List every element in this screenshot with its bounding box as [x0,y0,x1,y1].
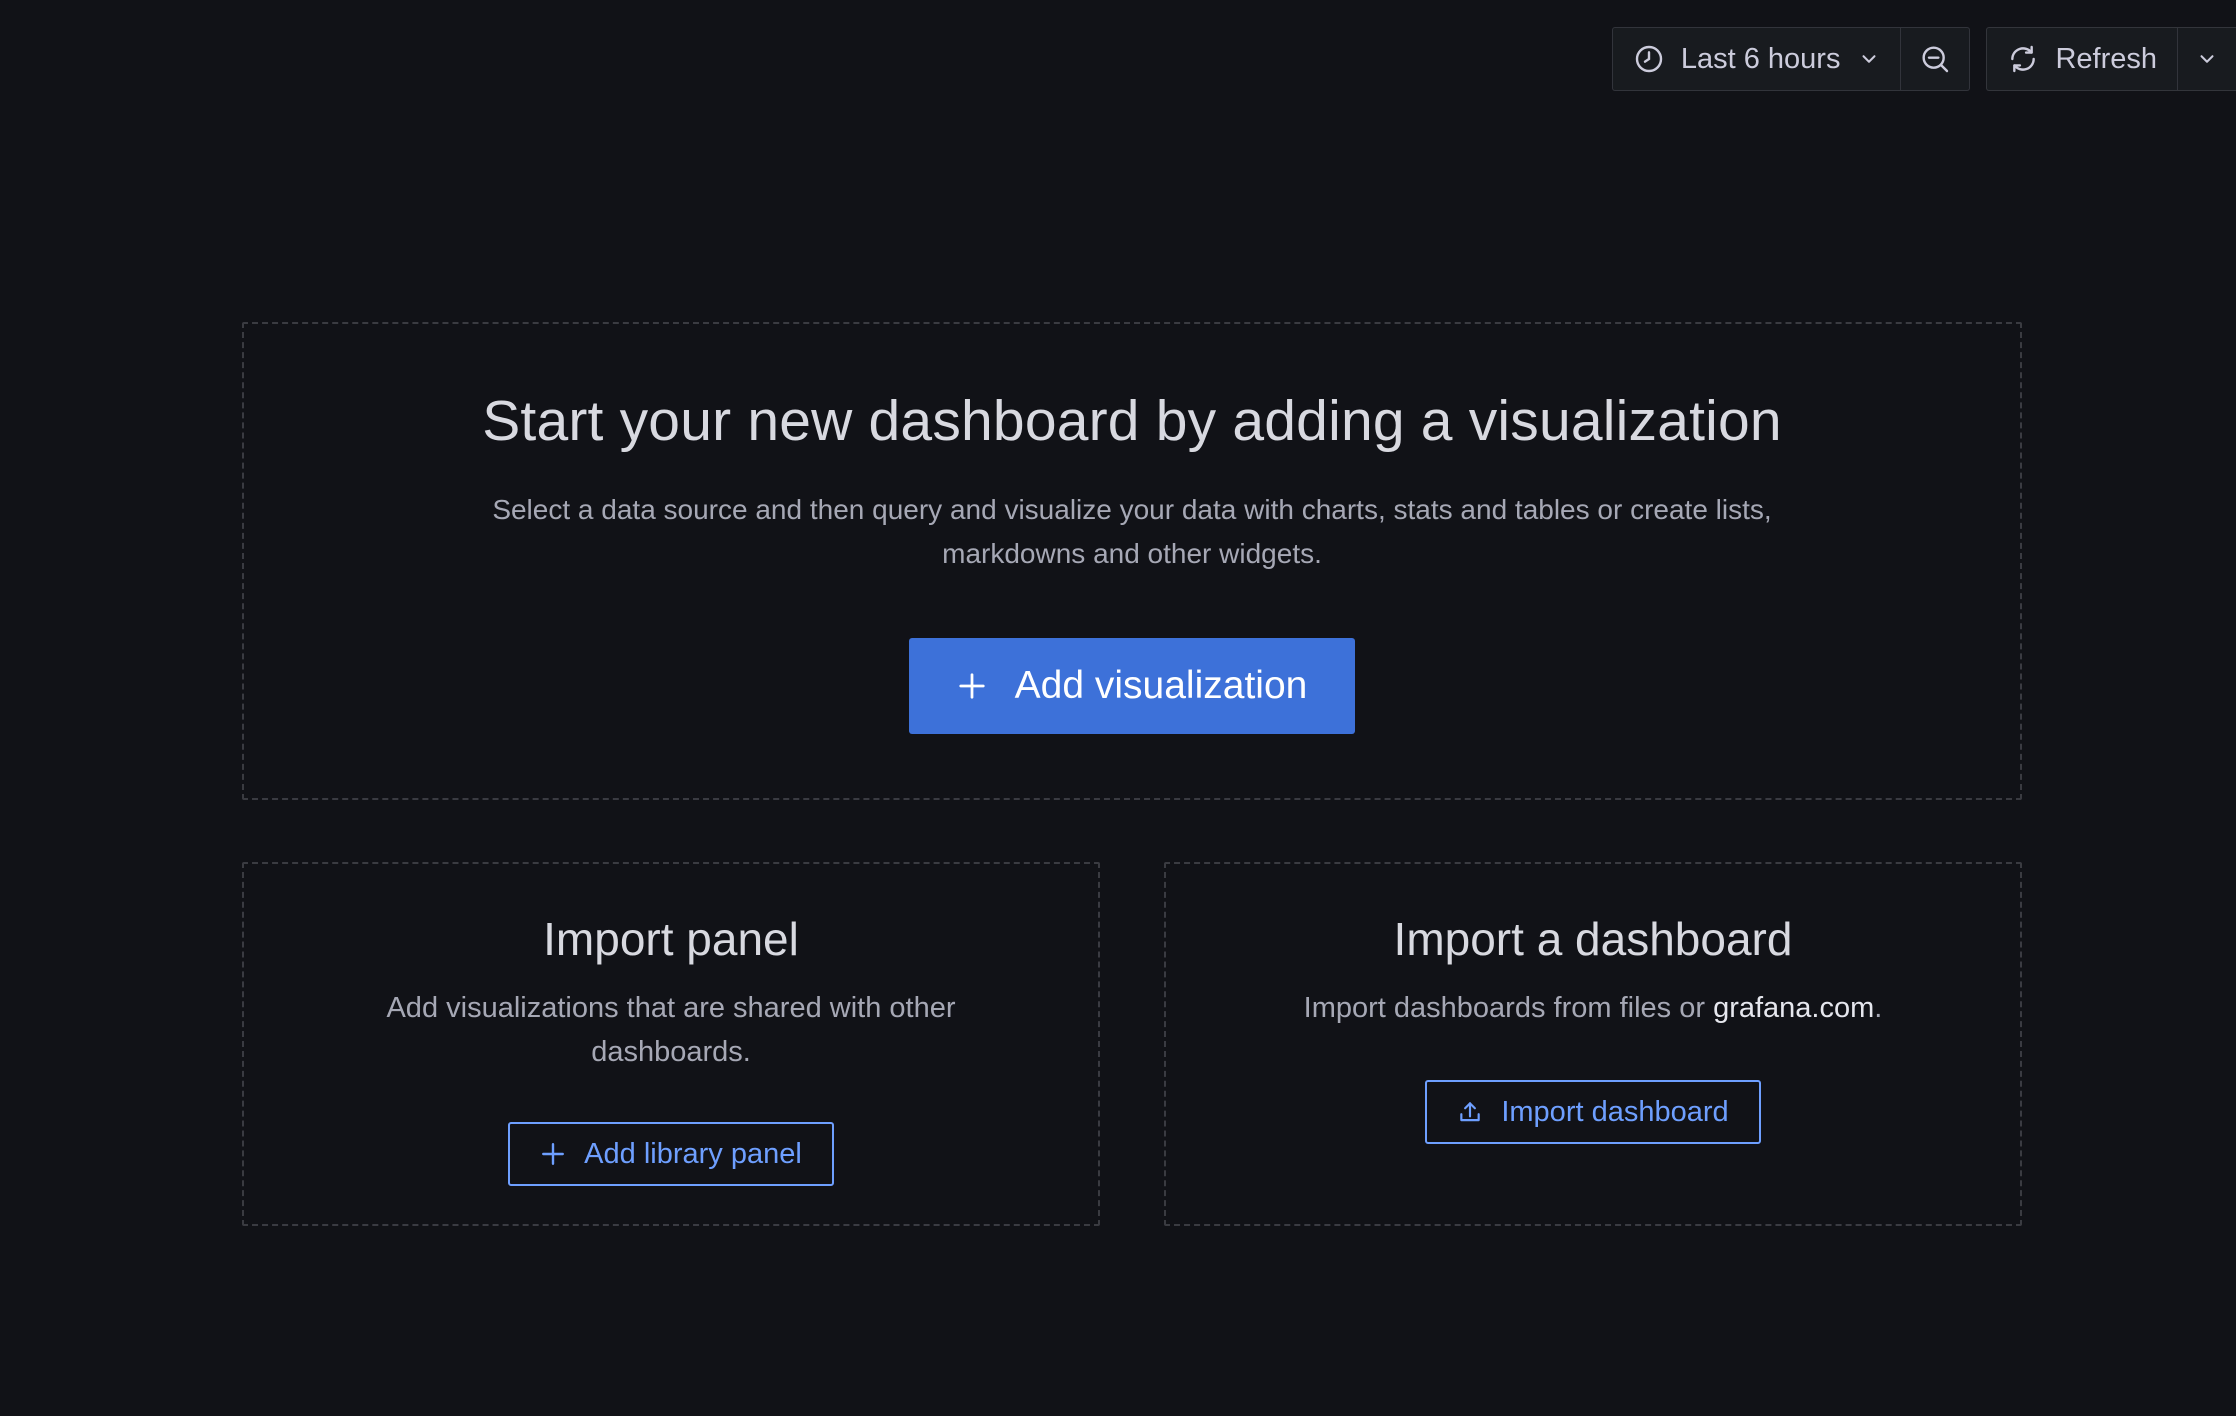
refresh-group: Refresh [1986,27,2236,91]
upload-icon [1457,1099,1483,1125]
empty-state-description: Select a data source and then query and … [492,494,1772,569]
refresh-icon [2007,43,2039,75]
add-visualization-button[interactable]: Add visualization [908,638,1356,734]
time-range-picker[interactable]: Last 6 hours [1613,28,1901,90]
dashboard-page: Last 6 hours Refresh Start your new dash… [0,0,2236,1416]
add-visualization-panel: Start your new dashboard by adding a vis… [242,322,2022,800]
time-range-label: Last 6 hours [1680,42,1841,75]
import-dashboard-title: Import a dashboard [1393,913,1793,965]
clock-icon [1633,43,1665,75]
grafana-com-link[interactable]: grafana.com [1713,992,1874,1024]
empty-state-title: Start your new dashboard by adding a vis… [482,389,1782,453]
add-library-panel-label: Add library panel [584,1137,802,1170]
import-dashboard-description-suffix: . [1874,992,1883,1024]
chevron-down-icon [1858,48,1880,70]
zoom-out-icon [1919,43,1951,75]
refresh-button[interactable]: Refresh [1987,28,2177,90]
dashboard-toolbar: Last 6 hours Refresh [1611,27,2236,91]
time-picker-group: Last 6 hours [1611,27,1971,91]
import-dashboard-description-text: Import dashboards from files or [1303,992,1714,1024]
zoom-out-button[interactable] [1900,28,1969,90]
import-dashboard-button[interactable]: Import dashboard [1425,1080,1761,1144]
import-dashboard-description: Import dashboards from files or grafana.… [1213,986,1973,1030]
import-dashboard-label: Import dashboard [1501,1095,1729,1128]
import-panel-card: Import panel Add visualizations that are… [242,862,1100,1226]
import-dashboard-card: Import a dashboard Import dashboards fro… [1164,862,2022,1226]
add-library-panel-button[interactable]: Add library panel [508,1122,834,1186]
plus-icon [540,1141,566,1167]
add-visualization-label: Add visualization [1014,664,1308,707]
import-panel-title: Import panel [543,913,799,965]
refresh-interval-dropdown[interactable] [2177,28,2236,90]
plus-icon [957,671,987,701]
chevron-down-icon [2196,48,2218,70]
import-panel-description: Add visualizations that are shared with … [386,992,956,1068]
refresh-label: Refresh [2055,42,2157,75]
